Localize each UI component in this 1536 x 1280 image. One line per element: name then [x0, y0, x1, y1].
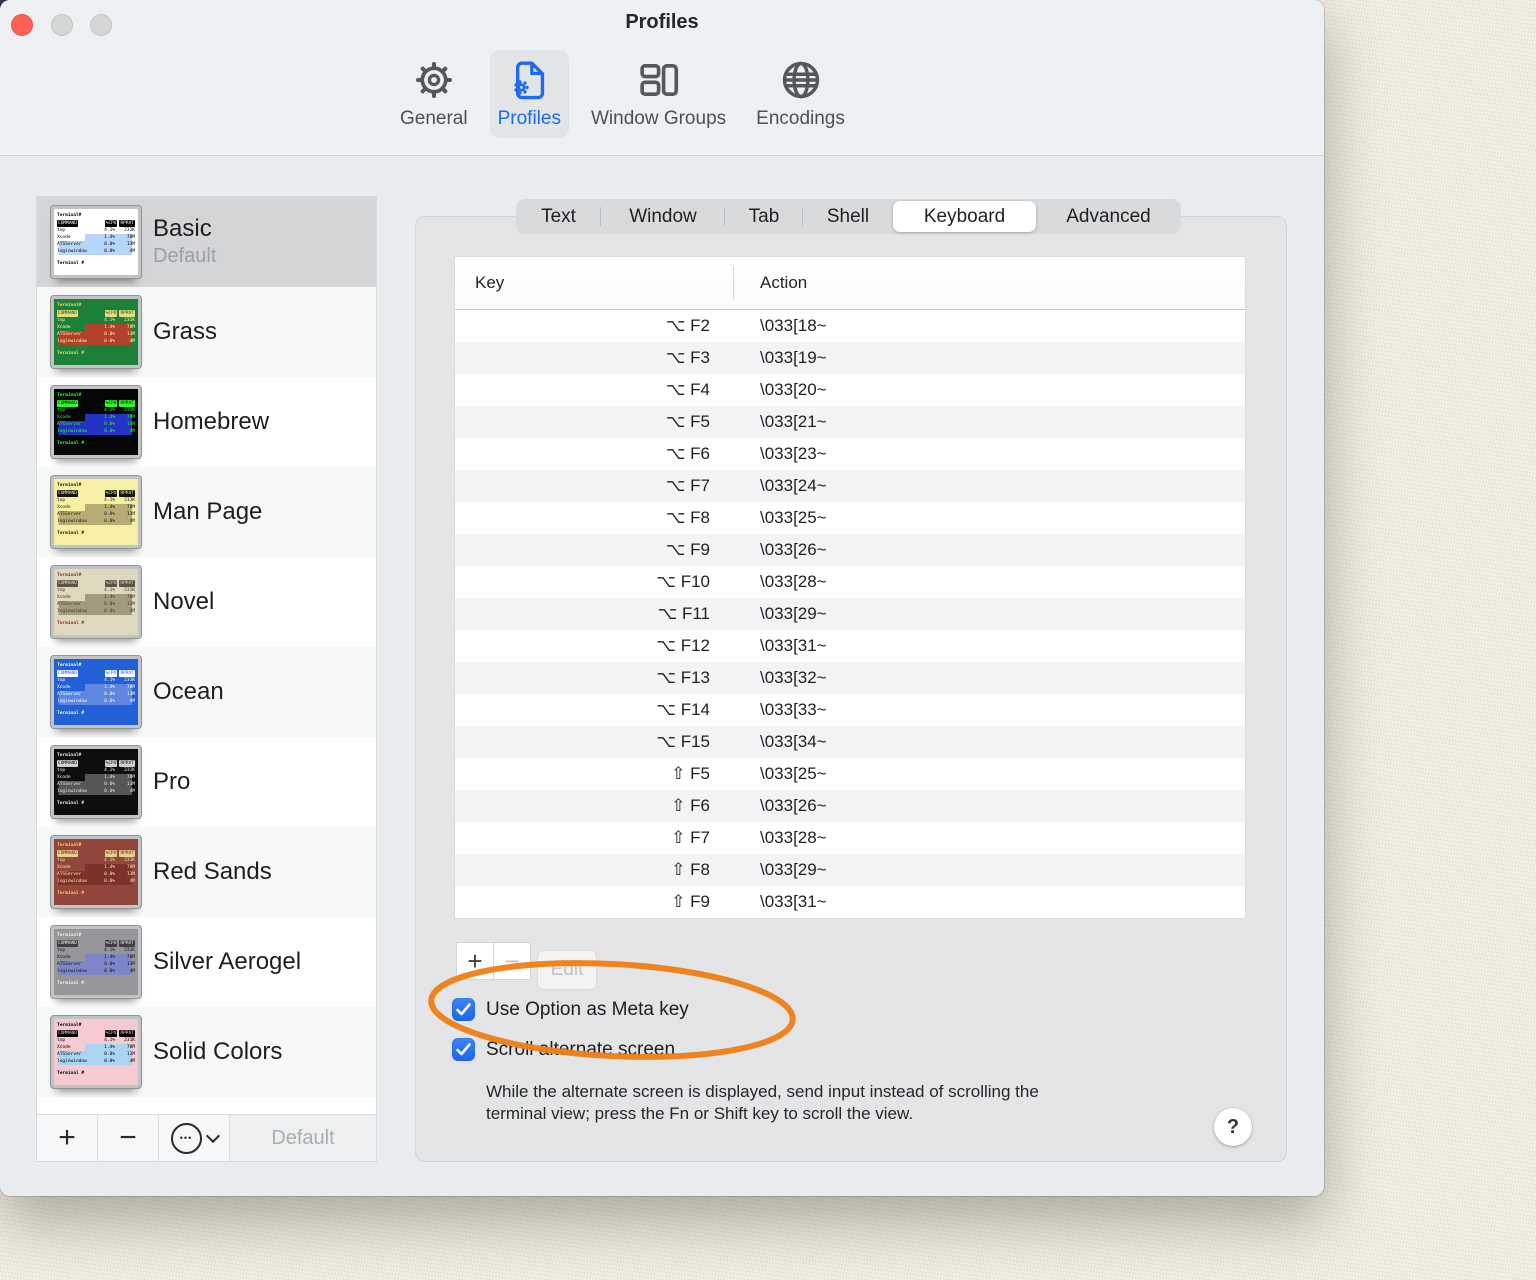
- profile-default-badge: Default: [153, 245, 217, 267]
- profile-row-novel[interactable]: Terminal# COMMAND %CPU RPRVT top 4.1% 231K X…: [37, 557, 376, 647]
- profile-list: Terminal# COMMAND %CPU RPRVT top 4.1% 231K X…: [36, 196, 377, 1162]
- table-row[interactable]: ⌥ F5 \033[21~: [455, 406, 1245, 438]
- table-row[interactable]: ⇧ F5 \033[25~: [455, 758, 1245, 790]
- profile-name: Homebrew: [153, 408, 270, 435]
- profile-row-grass[interactable]: Terminal# COMMAND %CPU RPRVT top 4.1% 231K X…: [37, 287, 376, 377]
- key-mapping-table: Key Action ⌥ F2 \033[18~ ⌥ F3 \033[19~ ⌥ F…: [454, 256, 1246, 919]
- profile-thumbnail: Terminal# COMMAND %CPU RPRVT top 4.1% 231K X…: [51, 1016, 141, 1088]
- profile-thumbnail: Terminal# COMMAND %CPU RPRVT top 4.1% 231K X…: [51, 746, 141, 818]
- table-row[interactable]: ⌥ F9 \033[26~: [455, 534, 1245, 566]
- table-row[interactable]: ⌥ F14 \033[33~: [455, 694, 1245, 726]
- terminal-preferences-window: Profiles General Profiles Window Groups …: [0, 0, 1324, 1196]
- table-row[interactable]: ⇧ F9 \033[31~: [455, 886, 1245, 918]
- profile-name: Novel: [153, 588, 215, 615]
- profile-thumbnail: Terminal# COMMAND %CPU RPRVT top 4.1% 231K X…: [51, 476, 141, 548]
- set-default-button[interactable]: Default: [230, 1115, 376, 1161]
- titlebar: Profiles General Profiles Window Groups …: [0, 0, 1324, 156]
- table-header: Key Action: [455, 257, 1245, 310]
- window-groups-icon: [636, 56, 682, 104]
- table-row[interactable]: ⇧ F6 \033[26~: [455, 790, 1245, 822]
- table-row[interactable]: ⌥ F6 \033[23~: [455, 438, 1245, 470]
- window-title: Profiles: [625, 11, 699, 33]
- toolbar-label-general: General: [400, 108, 468, 129]
- tab-shell[interactable]: Shell: [803, 199, 893, 234]
- table-row[interactable]: ⌥ F7 \033[24~: [455, 470, 1245, 502]
- desktop-background: Profiles General Profiles Window Groups …: [0, 0, 1536, 1280]
- profile-row-red-sands[interactable]: Terminal# COMMAND %CPU RPRVT top 4.1% 231K X…: [37, 827, 376, 917]
- table-body: ⌥ F2 \033[18~ ⌥ F3 \033[19~ ⌥ F4 \033[20~ ⌥…: [455, 310, 1245, 918]
- toolbar-label-profiles: Profiles: [497, 108, 561, 129]
- profile-row-ocean[interactable]: Terminal# COMMAND %CPU RPRVT top 4.1% 231K X…: [37, 647, 376, 737]
- tab-advanced[interactable]: Advanced: [1036, 199, 1181, 234]
- remove-profile-button[interactable]: −: [98, 1115, 159, 1161]
- table-row[interactable]: ⌥ F4 \033[20~: [455, 374, 1245, 406]
- column-header-key: Key: [475, 273, 505, 292]
- table-row[interactable]: ⌥ F2 \033[18~: [455, 310, 1245, 342]
- profile-name: Ocean: [153, 678, 224, 705]
- toolbar-label-window-groups: Window Groups: [590, 108, 727, 129]
- profile-row-man-page[interactable]: Terminal# COMMAND %CPU RPRVT top 4.1% 231K X…: [37, 467, 376, 557]
- profile-name: Basic: [153, 215, 212, 242]
- profile-actions-menu-button[interactable]: •••: [159, 1115, 230, 1161]
- preferences-toolbar: General Profiles Window Groups Encodings: [392, 50, 853, 138]
- toolbar-item-window-groups[interactable]: Window Groups: [583, 50, 734, 138]
- profile-row-basic[interactable]: Terminal# COMMAND %CPU RPRVT top 4.1% 231K X…: [37, 197, 376, 287]
- profile-row-solid-colors[interactable]: Terminal# COMMAND %CPU RPRVT top 4.1% 231K X…: [37, 1007, 376, 1097]
- add-profile-button[interactable]: +: [37, 1115, 98, 1161]
- use-option-as-meta-key-checkbox[interactable]: Use Option as Meta key: [452, 998, 689, 1021]
- column-divider[interactable]: [733, 266, 734, 300]
- checkbox-checked-icon: [452, 1038, 475, 1061]
- tab-tab[interactable]: Tab: [725, 199, 803, 234]
- tab-text[interactable]: Text: [516, 199, 601, 234]
- profile-thumbnail: Terminal# COMMAND %CPU RPRVT top 4.1% 231K X…: [51, 656, 141, 728]
- toolbar-label-encodings: Encodings: [756, 108, 845, 129]
- profile-thumbnail: Terminal# COMMAND %CPU RPRVT top 4.1% 231K X…: [51, 836, 141, 908]
- profiles-document-icon: [506, 56, 552, 104]
- help-button[interactable]: ?: [1214, 1108, 1252, 1146]
- toolbar-item-profiles[interactable]: Profiles: [489, 50, 569, 138]
- table-row[interactable]: ⇧ F7 \033[28~: [455, 822, 1245, 854]
- profile-name: Grass: [153, 318, 218, 345]
- table-row[interactable]: ⌥ F8 \033[25~: [455, 502, 1245, 534]
- checkbox-checked-icon: [452, 998, 475, 1021]
- toolbar-item-general[interactable]: General: [392, 50, 476, 138]
- globe-icon: [778, 56, 824, 104]
- profile-thumbnail: Terminal# COMMAND %CPU RPRVT top 4.1% 231K X…: [51, 386, 141, 458]
- edit-key-mapping-button[interactable]: Edit: [537, 950, 597, 990]
- table-row[interactable]: ⌥ F10 \033[28~: [455, 566, 1245, 598]
- profile-thumbnail: Terminal# COMMAND %CPU RPRVT top 4.1% 231K X…: [51, 566, 141, 638]
- table-row[interactable]: ⇧ F8 \033[29~: [455, 854, 1245, 886]
- profile-list-toolbar: + − ••• Default: [37, 1114, 376, 1161]
- profile-row-pro[interactable]: Terminal# COMMAND %CPU RPRVT top 4.1% 231K X…: [37, 737, 376, 827]
- profile-row-silver-aerogel[interactable]: Terminal# COMMAND %CPU RPRVT top 4.1% 231K X…: [37, 917, 376, 1007]
- remove-key-mapping-button[interactable]: −: [493, 942, 531, 980]
- ellipsis-circle-icon: •••: [170, 1122, 202, 1154]
- chevron-down-icon: [205, 1128, 220, 1144]
- table-row[interactable]: ⌥ F13 \033[32~: [455, 662, 1245, 694]
- table-row[interactable]: ⌥ F3 \033[19~: [455, 342, 1245, 374]
- profile-thumbnail: Terminal# COMMAND %CPU RPRVT top 4.1% 231K X…: [51, 296, 141, 368]
- profile-settings-panel: Text Window Tab Shell Keyboard Advanced …: [415, 199, 1287, 1162]
- tab-window[interactable]: Window: [601, 199, 725, 234]
- gear-icon: [412, 56, 456, 104]
- profile-name: Pro: [153, 768, 191, 795]
- table-row[interactable]: ⌥ F11 \033[29~: [455, 598, 1245, 630]
- toolbar-item-encodings[interactable]: Encodings: [748, 50, 853, 138]
- add-key-mapping-button[interactable]: +: [456, 942, 494, 980]
- profile-name: Silver Aerogel: [153, 948, 302, 975]
- profile-row-homebrew[interactable]: Terminal# COMMAND %CPU RPRVT top 4.1% 231K X…: [37, 377, 376, 467]
- table-row[interactable]: ⌥ F15 \033[34~: [455, 726, 1245, 758]
- profile-name: Red Sands: [153, 858, 272, 885]
- scroll-alternate-screen-checkbox[interactable]: Scroll alternate screen: [452, 1038, 675, 1061]
- settings-tab-bar: Text Window Tab Shell Keyboard Advanced: [516, 199, 1181, 234]
- profile-name: Solid Colors: [153, 1038, 283, 1065]
- column-header-action: Action: [760, 273, 808, 292]
- profile-name: Man Page: [153, 498, 263, 525]
- profile-thumbnail: Terminal# COMMAND %CPU RPRVT top 4.1% 231K X…: [51, 206, 141, 278]
- table-row[interactable]: ⌥ F12 \033[31~: [455, 630, 1245, 662]
- profile-thumbnail: Terminal# COMMAND %CPU RPRVT top 4.1% 231K X…: [51, 926, 141, 998]
- tab-keyboard[interactable]: Keyboard: [893, 201, 1036, 232]
- alternate-screen-help-text: While the alternate screen is displayed,…: [486, 1082, 1039, 1123]
